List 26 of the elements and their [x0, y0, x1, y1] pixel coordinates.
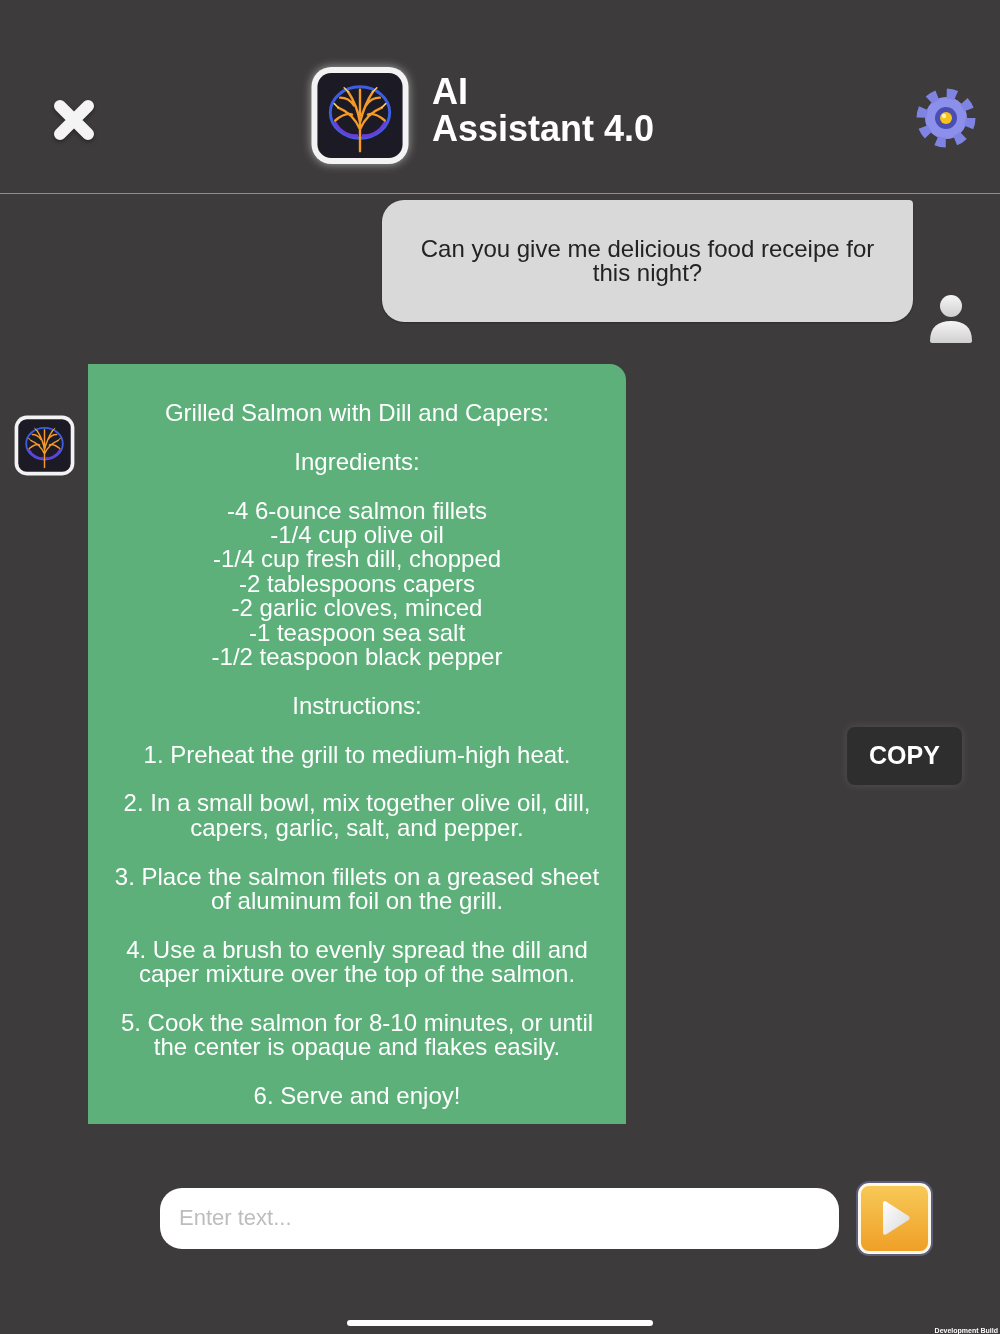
copy-button[interactable]: COPY: [847, 727, 962, 785]
instruction-step: 3. Place the salmon fillets on a greased sheet of aluminum foil on the grill.: [106, 864, 608, 914]
section-heading: Ingredients:: [293, 449, 421, 475]
section-heading: Instructions:: [291, 693, 423, 719]
instruction-step: 4. Use a brush to evenly spread the dill and caper mixture over the top of the salmon.: [106, 937, 608, 987]
instruction-step: 1. Preheat the grill to medium-high heat.: [106, 742, 608, 768]
instruction-step: 5. Cook the salmon for 8-10 minutes, or until the center is opaque and flakes easily.: [106, 1011, 608, 1060]
recipe-title: Grilled Salmon with Dill and Capers:: [163, 401, 551, 426]
ingredient-item: -2 garlic cloves, minced: [230, 596, 484, 621]
ingredient-item: -1/4 cup olive oil: [269, 523, 445, 548]
text-input-field[interactable]: Enter text...: [160, 1187, 839, 1249]
instruction-step: 2. In a small bowl, mix together olive oil, dill, capers, garlic, salt, and pepper.: [106, 791, 608, 841]
user-avatar-icon: [930, 295, 972, 343]
ingredient-item: -1/4 cup fresh dill, chopped: [211, 547, 503, 572]
instruction-step: 6. Serve and enjoy!: [106, 1084, 608, 1109]
ingredient-item: -2 tablespoons capers: [237, 571, 476, 597]
ingredient-item: -4 6-ounce salmon fillets: [225, 498, 489, 523]
close-icon[interactable]: [52, 98, 96, 142]
ingredient-item: -1 teaspoon sea salt: [247, 620, 467, 646]
brain-tree-icon: [310, 66, 410, 165]
brain-tree-icon: [14, 415, 75, 476]
settings-icon[interactable]: [916, 88, 976, 148]
app-title: AI Assistant 4.0: [432, 73, 655, 147]
user-message: Can you give me delicious food receipe for this night?: [382, 200, 913, 322]
send-button[interactable]: [858, 1182, 931, 1254]
ingredient-item: -1/2 teaspoon black pepper: [210, 645, 504, 670]
